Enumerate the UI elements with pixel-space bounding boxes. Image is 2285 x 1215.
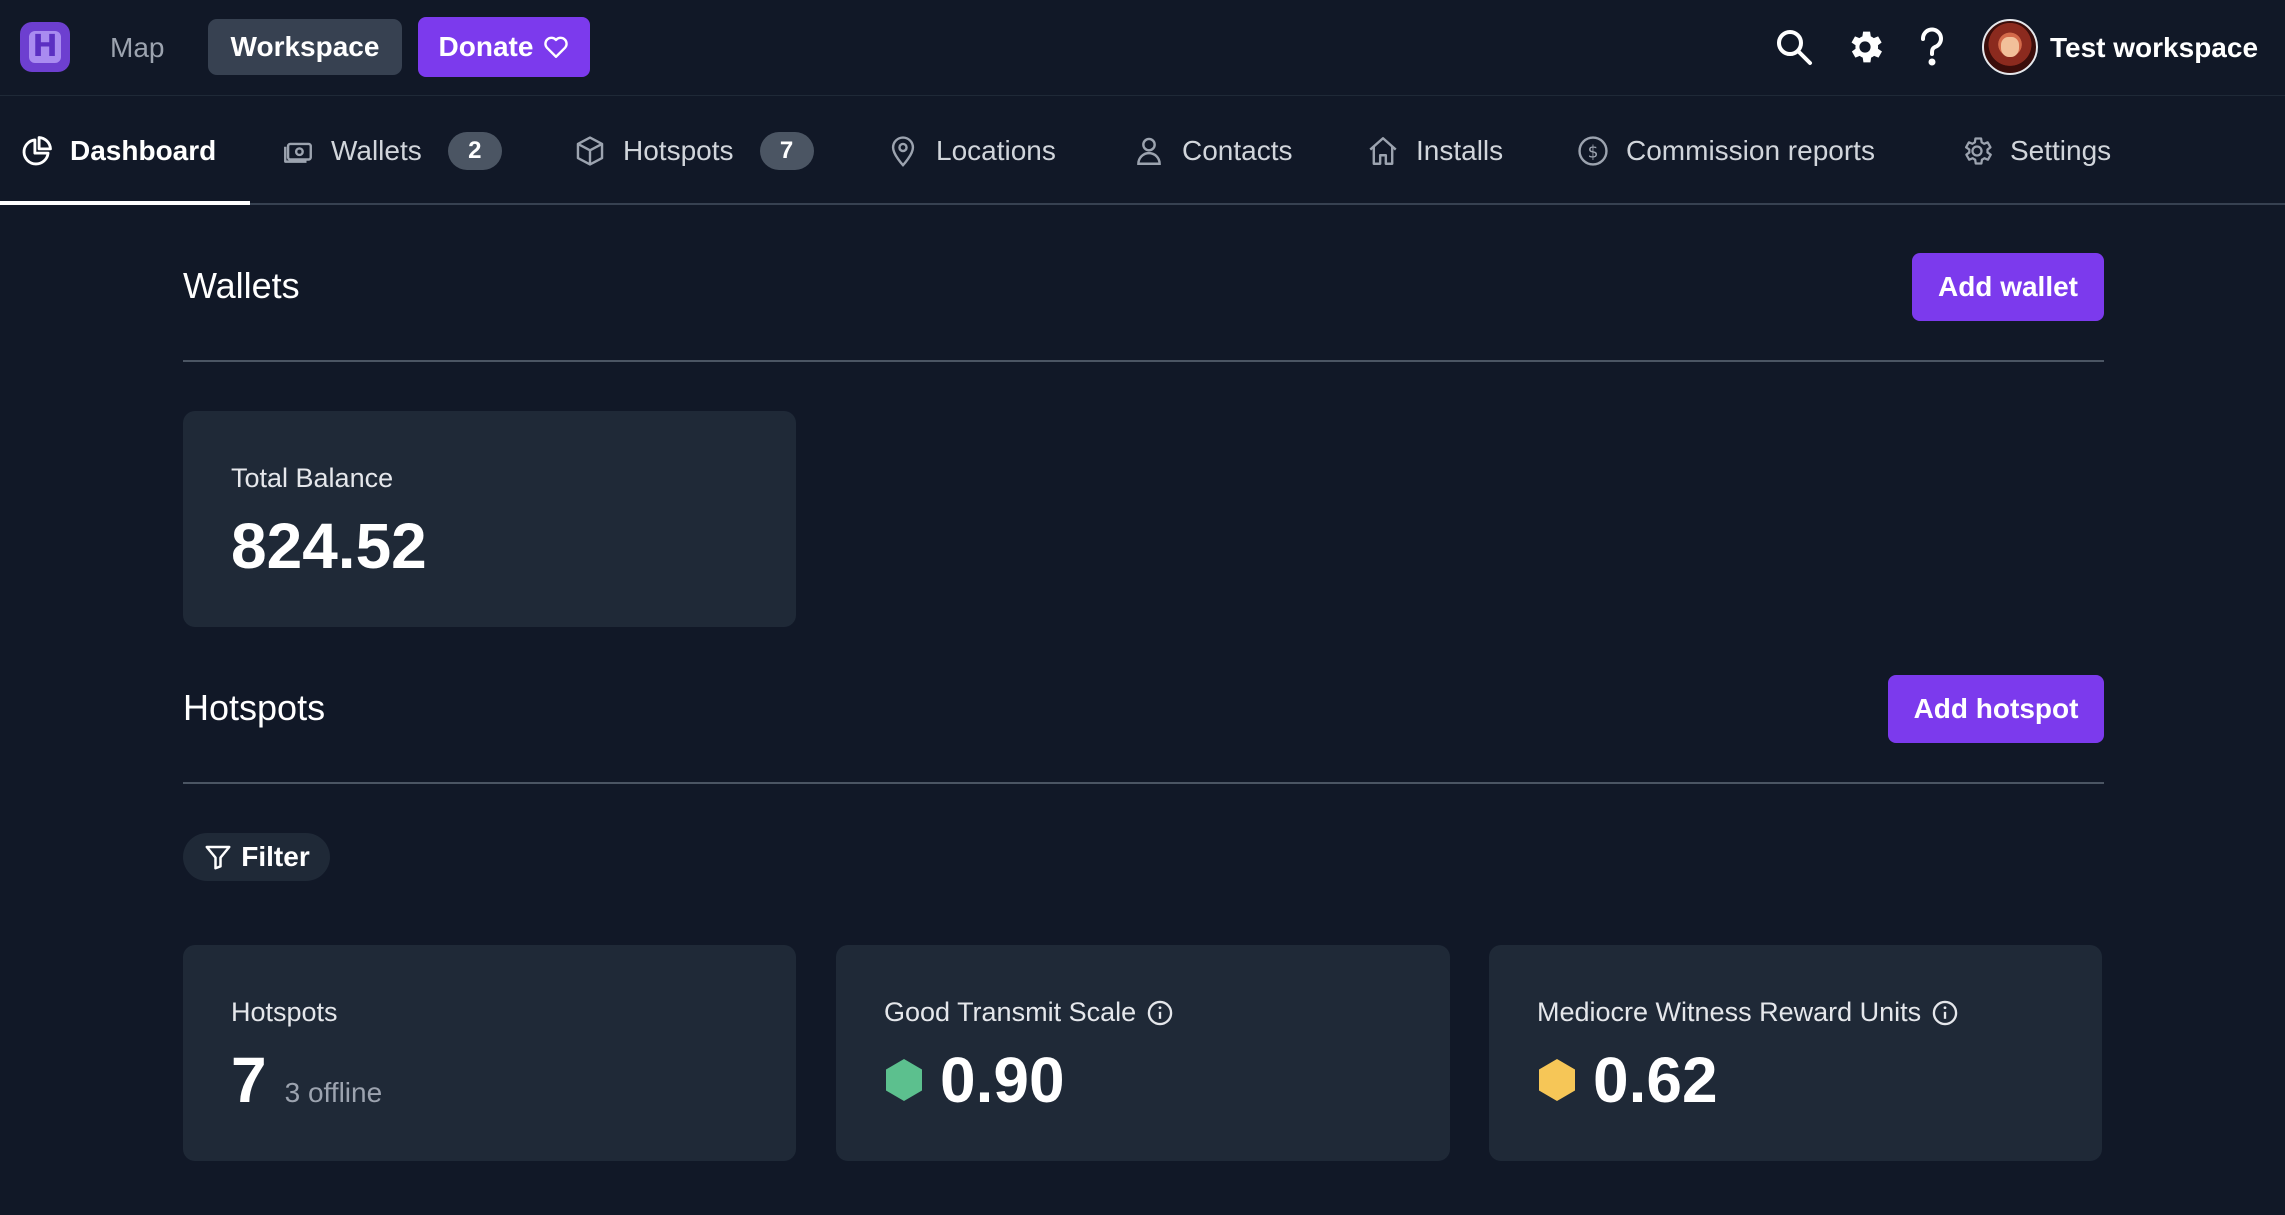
- filter-label: Filter: [241, 841, 310, 872]
- tab-label: Locations: [936, 134, 1056, 166]
- hotspots-divider: [183, 782, 2104, 784]
- hotspots-section-title: Hotspots: [183, 687, 326, 728]
- transmit-scale-number: 0.90: [940, 1044, 1065, 1116]
- witness-reward-label: Mediocre Witness Reward Units: [1537, 997, 1959, 1028]
- tab-label: Settings: [2010, 134, 2112, 166]
- tab-hotspots[interactable]: Hotspots 7: [573, 96, 814, 205]
- logo-letter: H: [32, 29, 58, 64]
- tab-wallets[interactable]: Wallets 2: [281, 96, 502, 205]
- hotspots-count-number: 7: [231, 1044, 267, 1116]
- filter-icon: [203, 842, 233, 872]
- search-icon[interactable]: [1772, 25, 1816, 69]
- total-balance-label: Total Balance: [231, 463, 393, 494]
- hotspots-count-label: Hotspots: [231, 997, 338, 1028]
- donate-button[interactable]: Donate: [418, 17, 590, 77]
- green-hexagon-icon: [884, 1058, 924, 1102]
- transmit-scale-label-text: Good Transmit Scale: [884, 997, 1137, 1027]
- heart-icon: [543, 35, 569, 59]
- tab-settings[interactable]: Settings: [1960, 96, 2111, 205]
- wallets-count-badge: 2: [447, 131, 502, 170]
- tab-label: Installs: [1416, 134, 1504, 166]
- transmit-scale-card: Good Transmit Scale 0.90: [836, 945, 1450, 1161]
- hotspots-count-label-text: Hotspots: [231, 997, 338, 1027]
- hotspots-count-card: Hotspots 7 3 offline: [183, 945, 796, 1161]
- wallets-divider: [183, 360, 2104, 362]
- info-icon[interactable]: [1146, 999, 1174, 1027]
- tab-label: Wallets: [331, 134, 422, 166]
- app-logo[interactable]: H: [20, 22, 70, 72]
- cube-icon: [573, 134, 607, 168]
- svg-text:$: $: [1588, 142, 1599, 162]
- tab-contacts[interactable]: Contacts: [1132, 96, 1293, 205]
- donate-label: Donate: [438, 31, 534, 62]
- avatar-face: [2001, 37, 2019, 57]
- gear-icon: [1960, 134, 1994, 168]
- nav-map-link[interactable]: Map: [100, 28, 174, 68]
- dollar-circle-icon: $: [1576, 134, 1610, 168]
- tab-locations[interactable]: Locations: [886, 96, 1056, 205]
- tab-installs[interactable]: Installs: [1366, 96, 1503, 205]
- gear-icon[interactable]: [1843, 25, 1887, 69]
- hotspots-offline-count: 3 offline: [284, 1077, 383, 1108]
- transmit-scale-label: Good Transmit Scale: [884, 997, 1174, 1028]
- top-bar: H Map Workspace Donate Test workspace: [0, 0, 2285, 96]
- total-balance-value: 824.52: [231, 511, 427, 581]
- user-icon: [1132, 134, 1166, 168]
- tab-commission-reports[interactable]: $ Commission reports: [1576, 96, 1875, 205]
- filter-button[interactable]: Filter: [183, 833, 330, 881]
- wallets-section-title: Wallets: [183, 265, 300, 306]
- avatar[interactable]: [1982, 19, 2038, 75]
- map-pin-icon: [886, 134, 920, 168]
- info-icon[interactable]: [1931, 999, 1959, 1027]
- wallet-icon: [281, 134, 315, 168]
- add-hotspot-button[interactable]: Add hotspot: [1888, 675, 2104, 743]
- witness-reward-label-text: Mediocre Witness Reward Units: [1537, 997, 1922, 1027]
- nav-workspace-link[interactable]: Workspace: [208, 19, 402, 75]
- yellow-hexagon-icon: [1537, 1058, 1577, 1102]
- tab-bar: Dashboard Wallets 2 Hotspots 7 Locations…: [0, 96, 2285, 205]
- total-balance-card: Total Balance 824.52: [183, 411, 796, 627]
- tab-label: Hotspots: [623, 134, 734, 166]
- transmit-scale-value: 0.90: [884, 1045, 1065, 1115]
- active-tab-indicator: [0, 201, 250, 205]
- total-balance-amount: 824.52: [231, 510, 427, 582]
- tab-label: Contacts: [1182, 134, 1293, 166]
- logo-mark: H: [26, 28, 64, 66]
- witness-reward-value: 0.62: [1537, 1045, 1718, 1115]
- hotspots-count-value: 7 3 offline: [231, 1045, 382, 1128]
- tab-dashboard[interactable]: Dashboard: [20, 96, 216, 205]
- tab-label: Commission reports: [1626, 134, 1875, 166]
- tab-label: Dashboard: [70, 134, 217, 166]
- workspace-name[interactable]: Test workspace: [2050, 28, 2258, 68]
- help-icon[interactable]: [1910, 25, 1954, 69]
- witness-reward-number: 0.62: [1593, 1044, 1718, 1116]
- hotspots-count-badge: 7: [759, 131, 814, 170]
- witness-reward-card: Mediocre Witness Reward Units 0.62: [1489, 945, 2102, 1161]
- add-wallet-button[interactable]: Add wallet: [1912, 253, 2104, 321]
- home-icon: [1366, 134, 1400, 168]
- total-balance-label-text: Total Balance: [231, 463, 394, 493]
- pie-chart-icon: [20, 134, 54, 168]
